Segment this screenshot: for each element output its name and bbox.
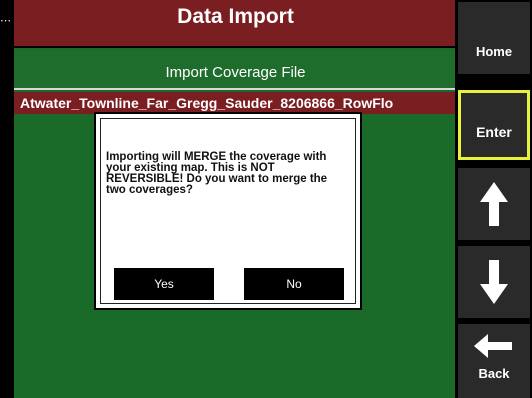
yes-button[interactable]: Yes: [114, 268, 214, 300]
side-button-bar: Home Enter Back: [455, 0, 532, 398]
back-label: Back: [478, 366, 510, 381]
back-button[interactable]: Back: [458, 324, 530, 398]
screen: ⋯ Data Import Import Coverage File Atwat…: [0, 0, 532, 398]
page-subtitle: Import Coverage File: [14, 50, 457, 90]
dialog-message: Importing will MERGE the coverage with y…: [106, 151, 328, 196]
arrow-down-icon: [480, 260, 508, 304]
up-button[interactable]: [458, 168, 530, 240]
file-list-item[interactable]: Atwater_Townline_Far_Gregg_Sauder_820686…: [14, 92, 457, 114]
ellipsis-icon: ⋯: [0, 15, 11, 27]
down-button[interactable]: [458, 246, 530, 318]
enter-button[interactable]: Enter: [458, 90, 530, 160]
arrow-up-icon: [480, 182, 508, 226]
page-title: Data Import: [14, 0, 457, 48]
no-button[interactable]: No: [244, 268, 344, 300]
arrow-left-icon: [474, 334, 512, 358]
home-button[interactable]: Home: [458, 2, 530, 74]
merge-confirm-dialog: Importing will MERGE the coverage with y…: [94, 112, 362, 310]
